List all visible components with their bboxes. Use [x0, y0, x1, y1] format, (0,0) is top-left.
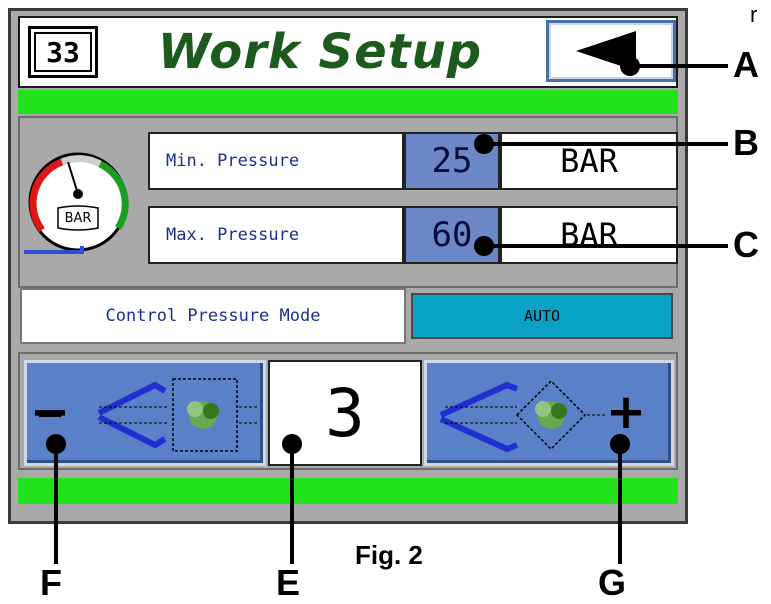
figure-caption: Fig. 2: [355, 540, 423, 570]
callout-lines: [46, 56, 728, 564]
callout-g: G: [598, 562, 627, 603]
callout-b: B: [733, 122, 759, 163]
callout-c: C: [733, 224, 759, 265]
callout-a: A: [733, 44, 759, 85]
callout-e: E: [276, 562, 301, 603]
callout-f: F: [40, 562, 62, 603]
